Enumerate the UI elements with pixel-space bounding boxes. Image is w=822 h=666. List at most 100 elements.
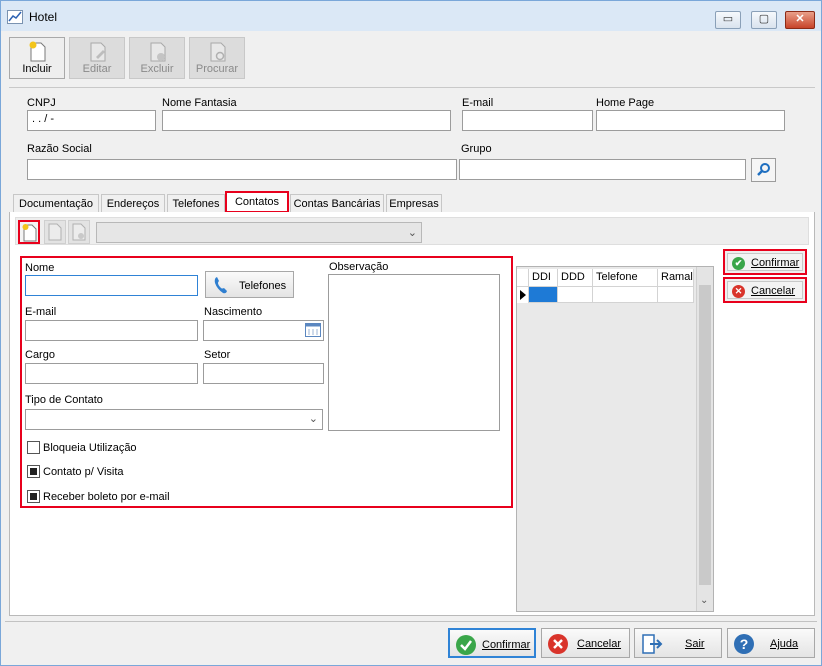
procurar-label: Procurar [195,63,239,75]
nome-fantasia-label: Nome Fantasia [162,97,237,109]
contact-selector[interactable]: ⌄ [96,222,422,243]
add-contact-button[interactable] [18,220,40,244]
nome-input[interactable] [25,275,198,296]
incluir-label: Incluir [22,63,52,75]
tipo-contato-select[interactable]: ⌄ [25,409,323,430]
excluir-button[interactable]: Excluir [129,37,185,79]
editar-button[interactable]: Editar [69,37,125,79]
phone-icon [214,277,227,294]
grid-header-telefone[interactable]: Telefone [593,269,658,287]
observacao-textarea[interactable] [328,274,500,431]
procurar-button[interactable]: Procurar [189,37,245,79]
grid-header-ramal[interactable]: Ramal [658,269,694,287]
title-bar: Hotel ▭ ▢ ✕ [1,1,821,31]
side-cancelar-label: Cancelar [751,285,796,297]
minimize-icon: ▭ [722,13,734,25]
cancel-icon [548,634,568,654]
boleto-label: Receber boleto por e-mail [43,491,170,503]
tab-label: Contas Bancárias [293,198,381,210]
telefones-button-label: Telefones [239,280,287,292]
grid-header-ddd[interactable]: DDD [558,269,593,287]
excluir-label: Excluir [140,63,174,75]
grid-cell-ddi[interactable] [529,287,558,303]
cnpj-input[interactable]: . . / - [27,110,156,131]
grid-cell-telefone[interactable] [593,287,658,303]
chart-line-icon [7,10,23,24]
chevron-down-icon[interactable]: ⌄ [700,595,708,606]
cnpj-label: CNPJ [27,97,56,109]
tab-documentacao[interactable]: Documentação [13,194,99,213]
cancelar-button[interactable]: Cancelar [541,628,630,658]
contact-email-input[interactable] [25,320,198,341]
sair-button[interactable]: Sair [634,628,722,658]
minimize-button[interactable]: ▭ [715,11,741,29]
delete-document-icon [150,42,166,62]
cancel-icon: ✕ [732,285,745,298]
editar-label: Editar [82,63,112,75]
grid-scrollbar[interactable]: ⌄ [696,267,713,611]
maximize-button[interactable]: ▢ [751,11,777,29]
grupo-input[interactable] [459,159,746,180]
razao-social-label: Razão Social [27,143,92,155]
check-icon [456,635,476,655]
nascimento-input[interactable] [203,320,324,341]
close-icon: ✕ [795,13,805,25]
razao-social-input[interactable] [27,159,457,180]
tab-enderecos[interactable]: Endereços [101,194,165,213]
ajuda-label: Ajuda [770,638,799,650]
grid-cell-ramal[interactable] [658,287,694,303]
observacao-label: Observação [329,261,389,273]
tab-empresas[interactable]: Empresas [386,194,442,213]
chevron-down-icon: ⌄ [308,413,318,425]
cancelar-label: Cancelar [577,638,622,650]
grid-cell-ddd[interactable] [558,287,593,303]
grupo-search-button[interactable] [751,158,776,182]
row-indicator-icon [517,287,529,303]
search-icon [757,163,770,176]
calendar-icon[interactable] [305,323,321,337]
tab-contatos[interactable]: Contatos [225,191,289,213]
confirmar-label: Confirmar [482,639,531,651]
tab-label: Telefones [172,198,220,210]
email-label: E-mail [462,97,494,109]
setor-input[interactable] [203,363,324,384]
edit-contact-button[interactable] [44,220,66,244]
tab-telefones[interactable]: Telefones [167,194,225,213]
boleto-checkbox[interactable] [27,490,40,503]
maximize-icon: ▢ [758,13,770,25]
telefones-button[interactable]: Telefones [205,271,294,298]
grid-header-ddi[interactable]: DDI [529,269,558,287]
email-input[interactable] [462,110,593,131]
tab-contas-bancarias[interactable]: Contas Bancárias [290,194,384,213]
incluir-button[interactable]: Incluir [9,37,65,79]
phone-grid[interactable] [516,266,714,612]
side-confirmar-button[interactable]: ✔ Confirmar [723,249,807,275]
close-button[interactable]: ✕ [785,11,815,29]
search-document-icon [210,42,226,62]
home-page-label: Home Page [596,97,655,109]
sair-label: Sair [685,638,705,650]
hotel-window: Hotel ▭ ▢ ✕ Incluir Editar Excluir Procu… [0,0,822,666]
nome-fantasia-input[interactable] [162,110,451,131]
bloqueia-label: Bloqueia Utilização [43,442,137,454]
scrollbar-thumb[interactable] [699,285,711,585]
contact-email-label: E-mail [25,306,57,318]
ajuda-button[interactable]: ? Ajuda [727,628,815,658]
delete-contact-button[interactable] [68,220,90,244]
home-page-input[interactable] [596,110,785,131]
edit-document-icon [48,223,62,241]
check-icon: ✔ [732,257,745,270]
nome-label: Nome [25,262,55,274]
tab-label: Documentação [19,198,93,210]
visita-checkbox[interactable] [27,465,40,478]
delete-document-icon [72,223,86,241]
side-cancelar-button[interactable]: ✕ Cancelar [723,277,807,303]
new-document-icon [22,224,37,242]
new-document-icon [29,41,46,62]
setor-label: Setor [204,349,231,361]
confirmar-button[interactable]: Confirmar [448,628,536,658]
cargo-input[interactable] [25,363,198,384]
bloqueia-checkbox[interactable] [27,441,40,454]
side-confirmar-label: Confirmar [751,257,800,269]
cargo-label: Cargo [25,349,55,361]
